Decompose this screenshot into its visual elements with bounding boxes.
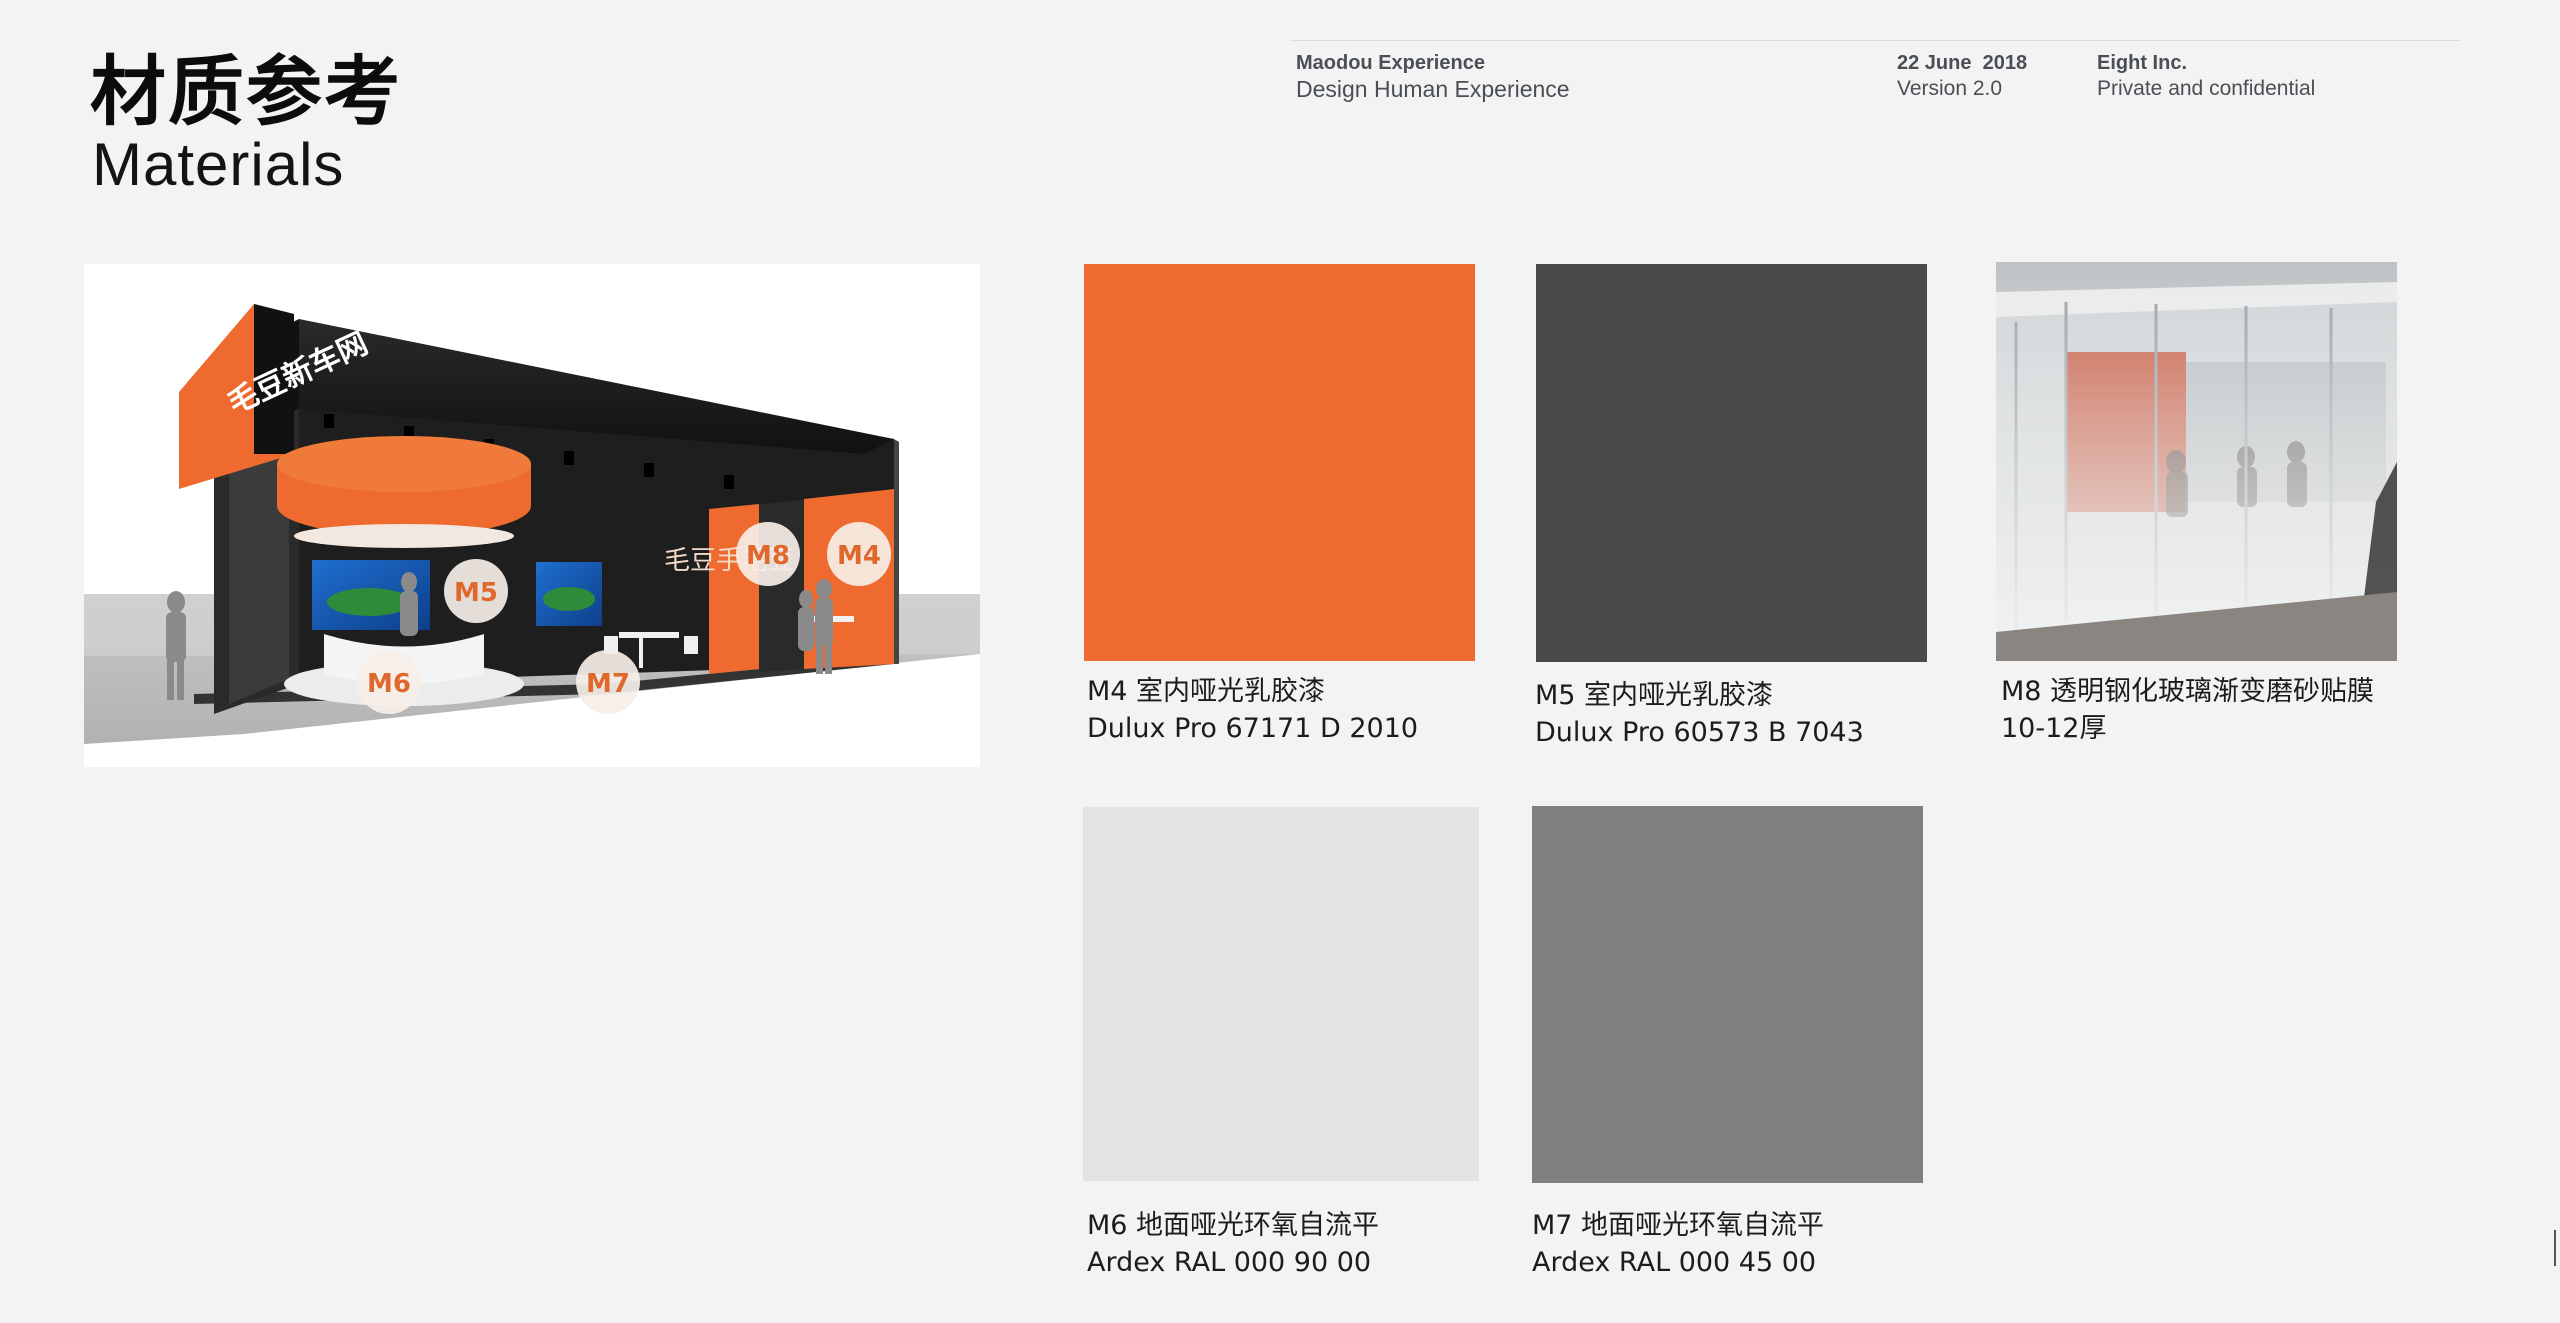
document-date: 22 June 2018 bbox=[1897, 52, 2028, 74]
material-m6-name: M6 地面哑光环氧自流平 bbox=[1087, 1210, 1380, 1241]
material-m4-caption: M4 室内哑光乳胶漆 Dulux Pro 67171 D 2010 bbox=[1087, 673, 1418, 747]
meta-date: 22 June 2018 Version 2.0 bbox=[1897, 50, 2027, 102]
marker-m4-label: M4 bbox=[837, 541, 881, 571]
booth-render: 毛豆新车网 毛豆手毛豆 M5 M8 M4 M6 M7 bbox=[84, 264, 980, 767]
material-m8-photo bbox=[1996, 262, 2397, 661]
material-m8-spec: 10-12厚 bbox=[2001, 713, 2107, 744]
marker-m8-label: M8 bbox=[746, 541, 790, 571]
material-m4-name: M4 室内哑光乳胶漆 bbox=[1087, 676, 1326, 707]
material-m5-swatch bbox=[1536, 264, 1927, 662]
material-m8-caption: M8 透明钢化玻璃渐变磨砂贴膜 10-12厚 bbox=[2001, 673, 2374, 747]
project-name: Maodou Experience bbox=[1296, 52, 1485, 74]
material-m5-spec: Dulux Pro 60573 B 7043 bbox=[1535, 717, 1864, 748]
page-title-en: Materials bbox=[92, 131, 345, 198]
marker-m5-label: M5 bbox=[454, 578, 498, 608]
material-m4-spec: Dulux Pro 67171 D 2010 bbox=[1087, 713, 1419, 744]
material-m4-swatch bbox=[1084, 264, 1475, 661]
page-title-zh: 材质参考 bbox=[90, 47, 402, 136]
marker-m7-label: M7 bbox=[586, 669, 630, 699]
material-m7-caption: M7 地面哑光环氧自流平 Ardex RAL 000 45 00 bbox=[1532, 1207, 1824, 1281]
marker-m7: M7 bbox=[576, 650, 640, 714]
material-m6-swatch bbox=[1083, 807, 1479, 1181]
confidentiality-note: Private and confidential bbox=[2097, 77, 2316, 100]
marker-m5: M5 bbox=[444, 559, 508, 623]
project-subtitle: Design Human Experience bbox=[1296, 76, 1570, 102]
booth-illustration: 毛豆新车网 毛豆手毛豆 M5 M8 M4 M6 M7 bbox=[84, 304, 980, 744]
marker-m4: M4 bbox=[827, 522, 891, 586]
material-m5-caption: M5 室内哑光乳胶漆 Dulux Pro 60573 B 7043 bbox=[1535, 677, 1864, 751]
material-m6-caption: M6 地面哑光环氧自流平 Ardex RAL 000 90 00 bbox=[1087, 1207, 1379, 1281]
material-m5-name: M5 室内哑光乳胶漆 bbox=[1535, 680, 1774, 711]
material-m7-swatch bbox=[1532, 806, 1923, 1183]
meta-project: Maodou Experience Design Human Experienc… bbox=[1296, 50, 1570, 102]
marker-m8: M8 bbox=[736, 522, 800, 586]
marker-m6: M6 bbox=[357, 650, 421, 714]
company-name: Eight Inc. bbox=[2097, 52, 2187, 74]
header-rule bbox=[1290, 40, 2460, 41]
material-m6-spec: Ardex RAL 000 90 00 bbox=[1087, 1247, 1372, 1278]
marker-m6-label: M6 bbox=[367, 669, 411, 699]
material-m7-name: M7 地面哑光环氧自流平 bbox=[1532, 1210, 1825, 1241]
frosted-glass-photo bbox=[1996, 262, 2397, 661]
document-version: Version 2.0 bbox=[1897, 77, 2003, 100]
meta-company: Eight Inc. Private and confidential bbox=[2097, 50, 2315, 102]
text-cursor-mark bbox=[2554, 1230, 2556, 1266]
material-m7-spec: Ardex RAL 000 45 00 bbox=[1532, 1247, 1817, 1278]
material-m8-name: M8 透明钢化玻璃渐变磨砂贴膜 bbox=[2001, 676, 2375, 707]
